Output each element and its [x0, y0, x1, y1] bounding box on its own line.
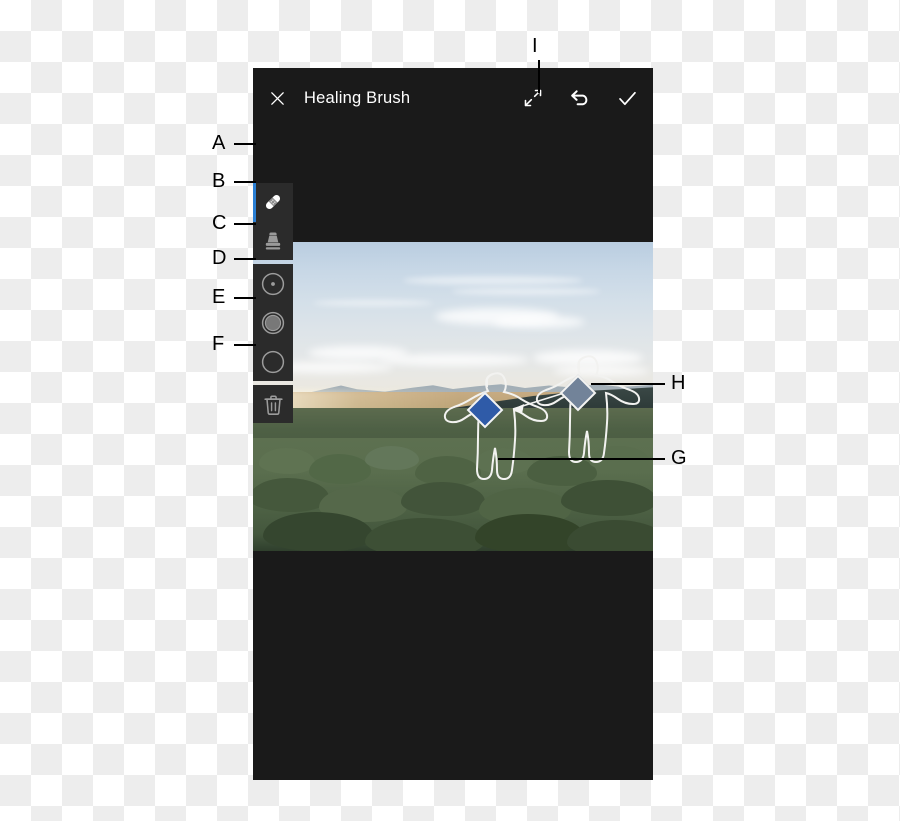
confirm-check-icon[interactable] [614, 85, 640, 111]
brush-size-tool[interactable] [253, 264, 293, 303]
brush-opacity-tool[interactable] [253, 303, 293, 342]
brush-options-panel [253, 264, 293, 381]
brush-feather-tool[interactable] [253, 342, 293, 381]
undo-icon[interactable] [567, 85, 593, 111]
callout-label-i: I [532, 35, 538, 57]
callout-leader-c [234, 223, 256, 225]
callout-leader-d [234, 258, 256, 260]
healing-brush-tool[interactable] [253, 183, 293, 222]
callout-leader-b [234, 181, 256, 183]
callout-leader-e [234, 297, 256, 299]
callout-label-g: G [671, 447, 687, 469]
callout-label-b: B [212, 170, 226, 192]
tool-group-panel [253, 183, 293, 260]
selection-overlay[interactable] [253, 242, 653, 551]
callout-label-c: C [212, 212, 227, 234]
app-header: Healing Brush [253, 68, 653, 128]
callout-label-f: F [212, 333, 225, 355]
delete-tool[interactable] [253, 385, 293, 424]
callout-leader-a [234, 143, 256, 145]
page-title: Healing Brush [304, 88, 411, 107]
callout-label-h: H [671, 372, 686, 394]
clone-stamp-tool[interactable] [253, 222, 293, 261]
source-selection[interactable] [535, 355, 641, 464]
healing-brush-app-window: Healing Brush [253, 68, 653, 780]
callout-label-a: A [212, 132, 226, 154]
callout-leader-h [591, 383, 665, 385]
delete-panel [253, 385, 293, 423]
callout-leader-i [538, 60, 540, 93]
screenshot-stage: Healing Brush A B C D E F G H I [0, 0, 900, 821]
callout-leader-g [498, 458, 665, 460]
expand-icon[interactable] [520, 85, 546, 111]
canvas-area[interactable] [253, 128, 653, 780]
callout-leader-f [234, 344, 256, 346]
target-selection[interactable] [443, 372, 549, 481]
close-icon[interactable] [264, 85, 290, 111]
callout-label-d: D [212, 247, 227, 269]
photo-canvas[interactable] [253, 242, 653, 551]
callout-label-e: E [212, 286, 226, 308]
